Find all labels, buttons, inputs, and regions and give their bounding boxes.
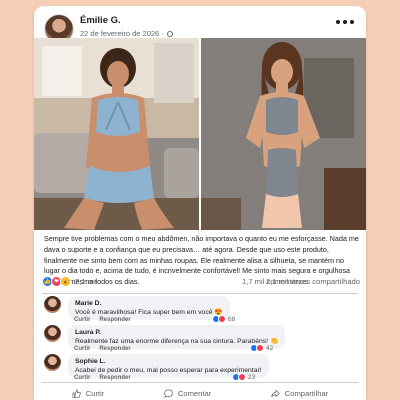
commenter-name[interactable]: Sophie L. bbox=[75, 357, 262, 366]
commenter-avatar[interactable] bbox=[44, 325, 61, 342]
wow-reaction-icon: 😮 bbox=[60, 276, 71, 287]
comment-text: Realmente faz uma enorme diferença na su… bbox=[75, 338, 279, 345]
comment-reactions[interactable]: 42 bbox=[250, 344, 273, 352]
comment-reply-button[interactable]: Responder bbox=[99, 317, 130, 323]
post-date[interactable]: 22 de fevereiro de 2026 · bbox=[80, 29, 164, 38]
reactions-summary[interactable]: 👍 ❤ 😮 2,1 mil bbox=[42, 276, 97, 287]
divider bbox=[42, 293, 358, 294]
commenter-name[interactable]: Marie D. bbox=[75, 299, 223, 308]
comment-icon bbox=[164, 389, 173, 398]
comment-like-button[interactable]: Curtir bbox=[74, 346, 90, 352]
like-button[interactable]: Curtir bbox=[72, 386, 105, 400]
more-icon[interactable] bbox=[336, 20, 354, 24]
comment-reaction-count: 68 bbox=[228, 315, 236, 323]
comment-actions: Curtir Responder bbox=[74, 375, 131, 381]
globe-icon bbox=[166, 30, 173, 37]
comment-actions: Curtir Responder bbox=[74, 346, 131, 352]
thumbs-up-icon bbox=[72, 389, 81, 398]
love-reaction-icon bbox=[256, 344, 264, 352]
commenter-name[interactable]: Laura P. bbox=[75, 328, 278, 337]
comment-reactions[interactable]: 23 bbox=[232, 373, 255, 381]
commenter-avatar[interactable] bbox=[44, 354, 61, 371]
before-after-image bbox=[34, 38, 366, 230]
post-card: Émilie G. 22 de fevereiro de 2026 · Semp… bbox=[34, 6, 366, 400]
like-button-label: Curtir bbox=[85, 388, 105, 398]
commenter-avatar[interactable] bbox=[44, 296, 61, 313]
reaction-count: 2,1 mil bbox=[75, 277, 98, 286]
comment-text: Você é maravilhosa! Fica super bem em vo… bbox=[75, 309, 223, 316]
comment-reply-button[interactable]: Responder bbox=[99, 346, 130, 352]
post-photo[interactable] bbox=[34, 38, 366, 230]
comment-button-label: Comentar bbox=[177, 388, 212, 398]
post-stats: 👍 ❤ 😮 2,1 mil 1,7 mil comentários 2,1 mi… bbox=[42, 276, 360, 290]
comment-like-button[interactable]: Curtir bbox=[74, 317, 90, 323]
divider bbox=[42, 382, 358, 383]
comment-reaction-count: 42 bbox=[266, 344, 274, 352]
post-actions: Curtir Comentar Compartilhar bbox=[42, 386, 358, 400]
shares-count[interactable]: 2,1 mil vezes compartilhado bbox=[266, 277, 360, 286]
love-reaction-icon bbox=[218, 315, 226, 323]
comment-reactions[interactable]: 68 bbox=[212, 315, 235, 323]
post-meta: 22 de fevereiro de 2026 · bbox=[80, 29, 173, 38]
author-name[interactable]: Émilie G. bbox=[80, 15, 121, 26]
love-reaction-icon bbox=[238, 373, 246, 381]
share-button[interactable]: Compartilhar bbox=[271, 386, 328, 400]
comment-button[interactable]: Comentar bbox=[164, 386, 211, 400]
share-icon bbox=[271, 389, 280, 397]
comment-reply-button[interactable]: Responder bbox=[99, 375, 130, 381]
share-button-label: Compartilhar bbox=[284, 388, 329, 398]
comment-reaction-count: 23 bbox=[248, 373, 256, 381]
comment-actions: Curtir Responder bbox=[74, 317, 131, 323]
comment-like-button[interactable]: Curtir bbox=[74, 375, 90, 381]
